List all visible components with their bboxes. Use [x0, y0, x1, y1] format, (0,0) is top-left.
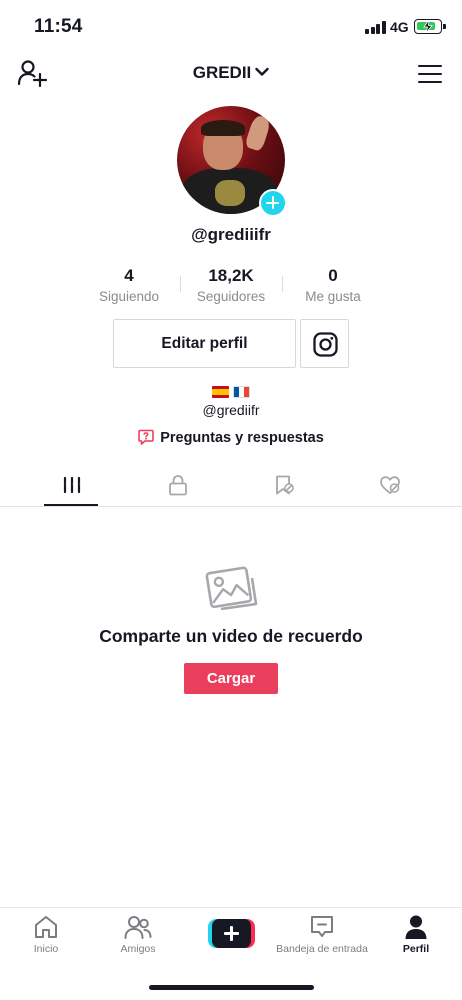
nav-profile[interactable]: Perfil	[370, 914, 462, 964]
status-time: 11:54	[34, 16, 83, 37]
stat-followers-label: Seguidores	[196, 289, 266, 304]
hamburger-menu-icon[interactable]	[418, 65, 442, 84]
nav-home-label: Inicio	[33, 943, 59, 955]
home-indicator	[149, 985, 314, 990]
saved-bookmark-icon	[276, 475, 294, 495]
france-flag-icon	[233, 385, 250, 398]
liked-heart-icon	[380, 476, 400, 494]
nav-friends-label: Amigos	[120, 943, 156, 955]
nav-inbox[interactable]: Bandeja de entrada	[276, 914, 368, 964]
stat-followers-value: 18,2K	[208, 266, 254, 285]
create-video-button[interactable]	[208, 919, 255, 948]
photo-gallery-icon	[203, 564, 259, 612]
stat-likes-value: 0	[328, 266, 338, 285]
stat-likes-label: Me gusta	[305, 289, 361, 304]
tab-videos[interactable]	[17, 466, 125, 507]
qa-link[interactable]: Preguntas y respuestas	[0, 429, 462, 446]
nav-inbox-label: Bandeja de entrada	[276, 943, 368, 955]
stat-following-label: Siguiendo	[98, 289, 160, 304]
profile-icon	[405, 915, 427, 939]
tab-liked[interactable]	[335, 466, 443, 507]
qa-link-label: Preguntas y respuestas	[160, 430, 324, 446]
edit-profile-button[interactable]: Editar perfil	[113, 319, 296, 368]
home-icon	[35, 916, 57, 938]
chevron-down-icon	[255, 67, 269, 76]
videos-grid-icon	[63, 476, 81, 494]
profile-stats: 4 Siguiendo 18,2K Seguidores 0 Me gusta	[78, 266, 384, 310]
inbox-icon	[311, 916, 333, 937]
profile-tabs	[0, 466, 462, 507]
empty-state-title: Comparte un video de recuerdo	[99, 626, 363, 646]
nav-profile-label: Perfil	[402, 943, 430, 955]
active-tab-indicator	[44, 504, 98, 506]
tab-private[interactable]	[123, 466, 231, 507]
bio-handle: @grediifr	[202, 402, 260, 418]
instagram-icon	[313, 332, 338, 357]
stat-following-value: 4	[124, 266, 134, 285]
profile-handle: @grediiifr	[191, 225, 271, 244]
account-username-title: GREDII	[192, 63, 252, 82]
nav-friends[interactable]: Amigos	[92, 914, 184, 964]
bio-flags	[0, 383, 462, 398]
cellular-signal-icon	[365, 21, 386, 34]
add-avatar-plus-icon[interactable]	[259, 189, 287, 217]
stat-followers[interactable]: 18,2K Seguidores	[180, 266, 282, 304]
profile-header: GREDII	[0, 52, 462, 96]
nav-home[interactable]: Inicio	[0, 914, 92, 964]
tab-saved[interactable]	[229, 466, 337, 507]
stat-likes[interactable]: 0 Me gusta	[282, 266, 384, 304]
upload-button[interactable]: Cargar	[184, 663, 278, 694]
lock-icon	[169, 475, 187, 496]
status-bar: 11:54 4G	[0, 0, 462, 52]
spain-flag-icon	[212, 385, 229, 398]
network-type: 4G	[390, 19, 409, 35]
create-plus-icon	[212, 919, 251, 948]
stat-following[interactable]: 4 Siguiendo	[78, 266, 180, 304]
friends-icon	[124, 916, 152, 939]
instagram-button[interactable]	[300, 319, 349, 368]
battery-charging-icon	[414, 19, 446, 34]
question-bubble-icon	[138, 429, 154, 445]
account-switcher[interactable]: GREDII	[0, 63, 462, 83]
bottom-navigation: Inicio Amigos Bandeja de entrada Perfil	[0, 907, 462, 967]
